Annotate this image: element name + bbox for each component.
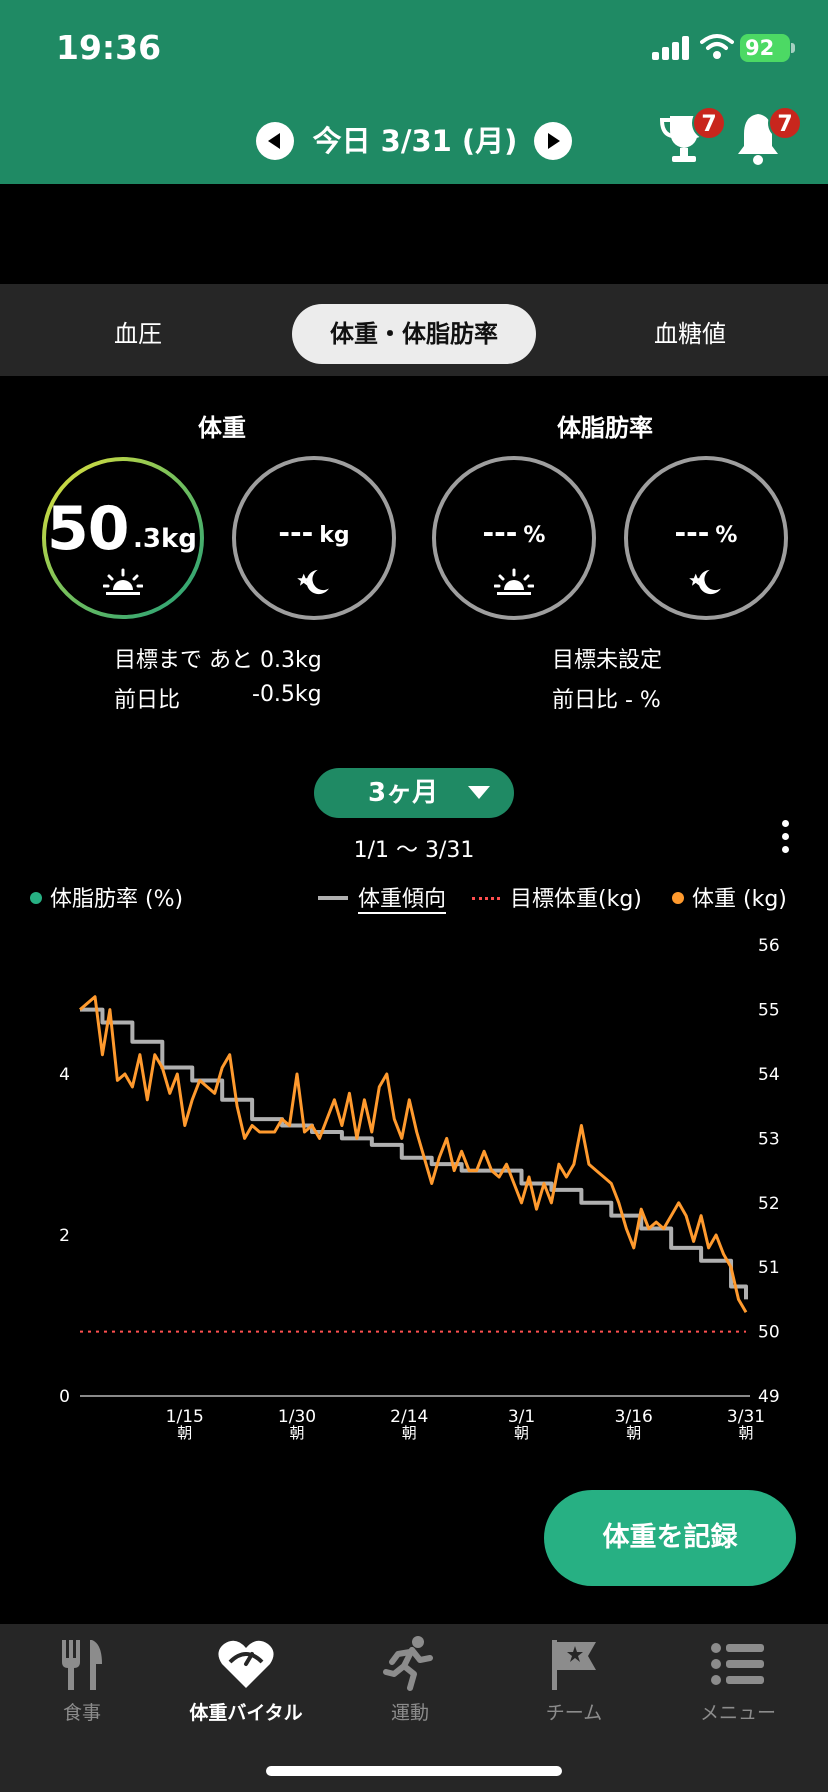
- sunrise-icon: [494, 568, 534, 595]
- body-fat-evening-gauge[interactable]: ---%: [624, 456, 788, 620]
- battery-tip: [791, 43, 795, 53]
- right-axis-tick: 53: [758, 1129, 780, 1149]
- next-day-button[interactable]: [534, 122, 572, 160]
- green-dot-icon: [30, 892, 42, 904]
- right-axis-tick: 51: [758, 1258, 780, 1278]
- heart-scale-icon: [218, 1640, 274, 1688]
- nav-weight-vital[interactable]: 体重バイタル: [164, 1634, 328, 1744]
- orange-dot-icon: [672, 892, 684, 904]
- wifi-icon: [700, 34, 734, 59]
- triangle-right-icon: [548, 133, 560, 149]
- body-fat-morning-gauge[interactable]: ---%: [432, 456, 596, 620]
- legend-weight[interactable]: 体重 (kg): [672, 884, 787, 916]
- legend-target-weight[interactable]: 目標体重(kg): [472, 884, 642, 916]
- x-axis-tick-sub: 朝: [290, 1424, 305, 1442]
- weight-morning-gauge[interactable]: 50 .3kg: [41, 456, 205, 620]
- nav-exercise[interactable]: 運動: [328, 1634, 492, 1744]
- weight-title: 体重: [198, 414, 246, 442]
- body-fat-title: 体脂肪率: [557, 414, 653, 442]
- x-axis-tick-sub: 朝: [402, 1424, 417, 1442]
- tab-blood-glucose[interactable]: 血糖値: [592, 304, 788, 364]
- dotted-line-swatch: [472, 896, 500, 900]
- period-selector[interactable]: 3ヶ月: [314, 768, 514, 818]
- trend-line-swatch: [318, 896, 348, 900]
- more-vertical-icon[interactable]: [780, 820, 792, 856]
- record-weight-button[interactable]: 体重を記録: [544, 1490, 796, 1586]
- app-header: 19:36 92 今日 3/31 (月) 7 7: [0, 0, 828, 184]
- right-axis-tick: 52: [758, 1194, 780, 1214]
- home-indicator: [266, 1766, 562, 1776]
- nav-team[interactable]: チーム: [492, 1634, 656, 1744]
- body-fat-evening-value: ---%: [674, 516, 738, 549]
- cellular-signal-icon: [652, 36, 692, 60]
- weight-line: [79, 995, 748, 1314]
- status-time: 19:36: [56, 28, 162, 67]
- body-fat-diff: 前日比 - %: [552, 688, 661, 713]
- weight-goal-remaining: 目標まで あと 0.3kg: [114, 648, 322, 673]
- trophy-badge: 7: [692, 106, 726, 140]
- current-date[interactable]: 今日 3/31 (月): [300, 120, 530, 162]
- tab-blood-pressure[interactable]: 血圧: [40, 304, 236, 364]
- right-axis-tick: 56: [758, 936, 780, 956]
- triangle-left-icon: [268, 133, 280, 149]
- weight-diff-value: -0.5kg: [252, 682, 322, 707]
- legend-weight-trend[interactable]: 体重傾向: [318, 884, 447, 916]
- weight-evening-gauge[interactable]: --- kg: [232, 456, 396, 620]
- caret-down-icon: [468, 786, 490, 799]
- right-axis-tick: 55: [758, 1001, 780, 1021]
- flag-star-icon: [552, 1640, 596, 1690]
- fork-knife-icon: [62, 1640, 102, 1690]
- weight-diff-label: 前日比: [114, 688, 181, 713]
- nav-meal[interactable]: 食事: [0, 1634, 164, 1744]
- left-axis-tick: 2: [59, 1226, 70, 1246]
- legend-body-fat[interactable]: 体脂肪率 (%): [30, 884, 183, 916]
- weight-morning-integer: 50: [47, 494, 129, 564]
- weight-evening-value: --- kg: [278, 516, 350, 549]
- right-axis-tick: 50: [758, 1323, 780, 1343]
- list-icon: [711, 1643, 764, 1685]
- right-axis-tick: 49: [758, 1387, 780, 1407]
- weight-trend-line: [80, 1007, 748, 1300]
- category-tabs: 血圧 体重・体脂肪率 血糖値: [0, 284, 828, 376]
- previous-day-button[interactable]: [256, 122, 294, 160]
- left-axis-tick: 0: [59, 1387, 70, 1407]
- sunrise-icon: [103, 568, 143, 595]
- x-axis-tick-sub: 朝: [738, 1424, 753, 1442]
- nav-menu[interactable]: メニュー: [656, 1634, 820, 1744]
- x-axis-tick-sub: 朝: [626, 1424, 641, 1442]
- date-range-label: 1/1 〜 3/31: [353, 838, 475, 863]
- moon-star-icon: [297, 569, 329, 595]
- x-axis-tick-sub: 朝: [514, 1424, 529, 1442]
- tab-weight-body-fat[interactable]: 体重・体脂肪率: [292, 304, 536, 364]
- body-fat-goal-status: 目標未設定: [552, 648, 663, 673]
- left-axis-tick: 4: [59, 1065, 70, 1085]
- moon-star-icon: [689, 569, 721, 595]
- battery-indicator: 92: [740, 34, 790, 62]
- running-icon: [383, 1636, 433, 1691]
- weight-chart[interactable]: 024681049505152535455561/15朝1/30朝2/14朝3/…: [0, 930, 828, 1450]
- notification-badge: 7: [768, 106, 802, 140]
- body-fat-morning-value: ---%: [482, 516, 546, 549]
- period-selected-label: 3ヶ月: [368, 778, 439, 808]
- weight-morning-decimal: .3kg: [133, 524, 197, 554]
- x-axis-tick-sub: 朝: [177, 1424, 192, 1442]
- right-axis-tick: 54: [758, 1065, 780, 1085]
